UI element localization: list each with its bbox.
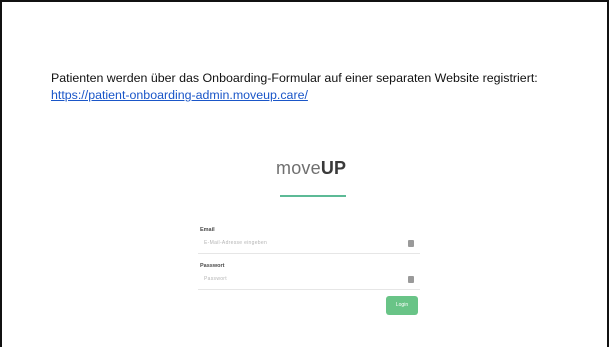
logo-prefix: move — [276, 158, 321, 178]
document-frame: Patienten werden über das Onboarding-For… — [0, 0, 609, 347]
logo-suffix: UP — [320, 158, 347, 178]
email-field-icon — [408, 240, 414, 247]
password-field-icon — [408, 276, 414, 283]
password-field[interactable]: Passwort — [198, 271, 420, 290]
logo-underline — [280, 195, 346, 197]
moveup-logo: moveUP — [276, 158, 346, 179]
email-label: Email — [200, 227, 215, 233]
logo-area: moveUP — [196, 132, 426, 214]
intro-paragraph: Patienten werden über das Onboarding-For… — [51, 70, 591, 104]
password-label: Passwort — [200, 263, 225, 269]
embedded-login-screenshot: moveUP Email E-Mail-Adresse eingeben Pas… — [196, 132, 426, 332]
password-placeholder: Passwort — [204, 276, 227, 282]
intro-text: Patienten werden über das Onboarding-For… — [51, 71, 538, 85]
email-placeholder: E-Mail-Adresse eingeben — [204, 240, 268, 246]
email-field[interactable]: E-Mail-Adresse eingeben — [198, 235, 420, 254]
login-button[interactable]: Login — [386, 296, 418, 315]
onboarding-link[interactable]: https://patient-onboarding-admin.moveup.… — [51, 88, 308, 102]
